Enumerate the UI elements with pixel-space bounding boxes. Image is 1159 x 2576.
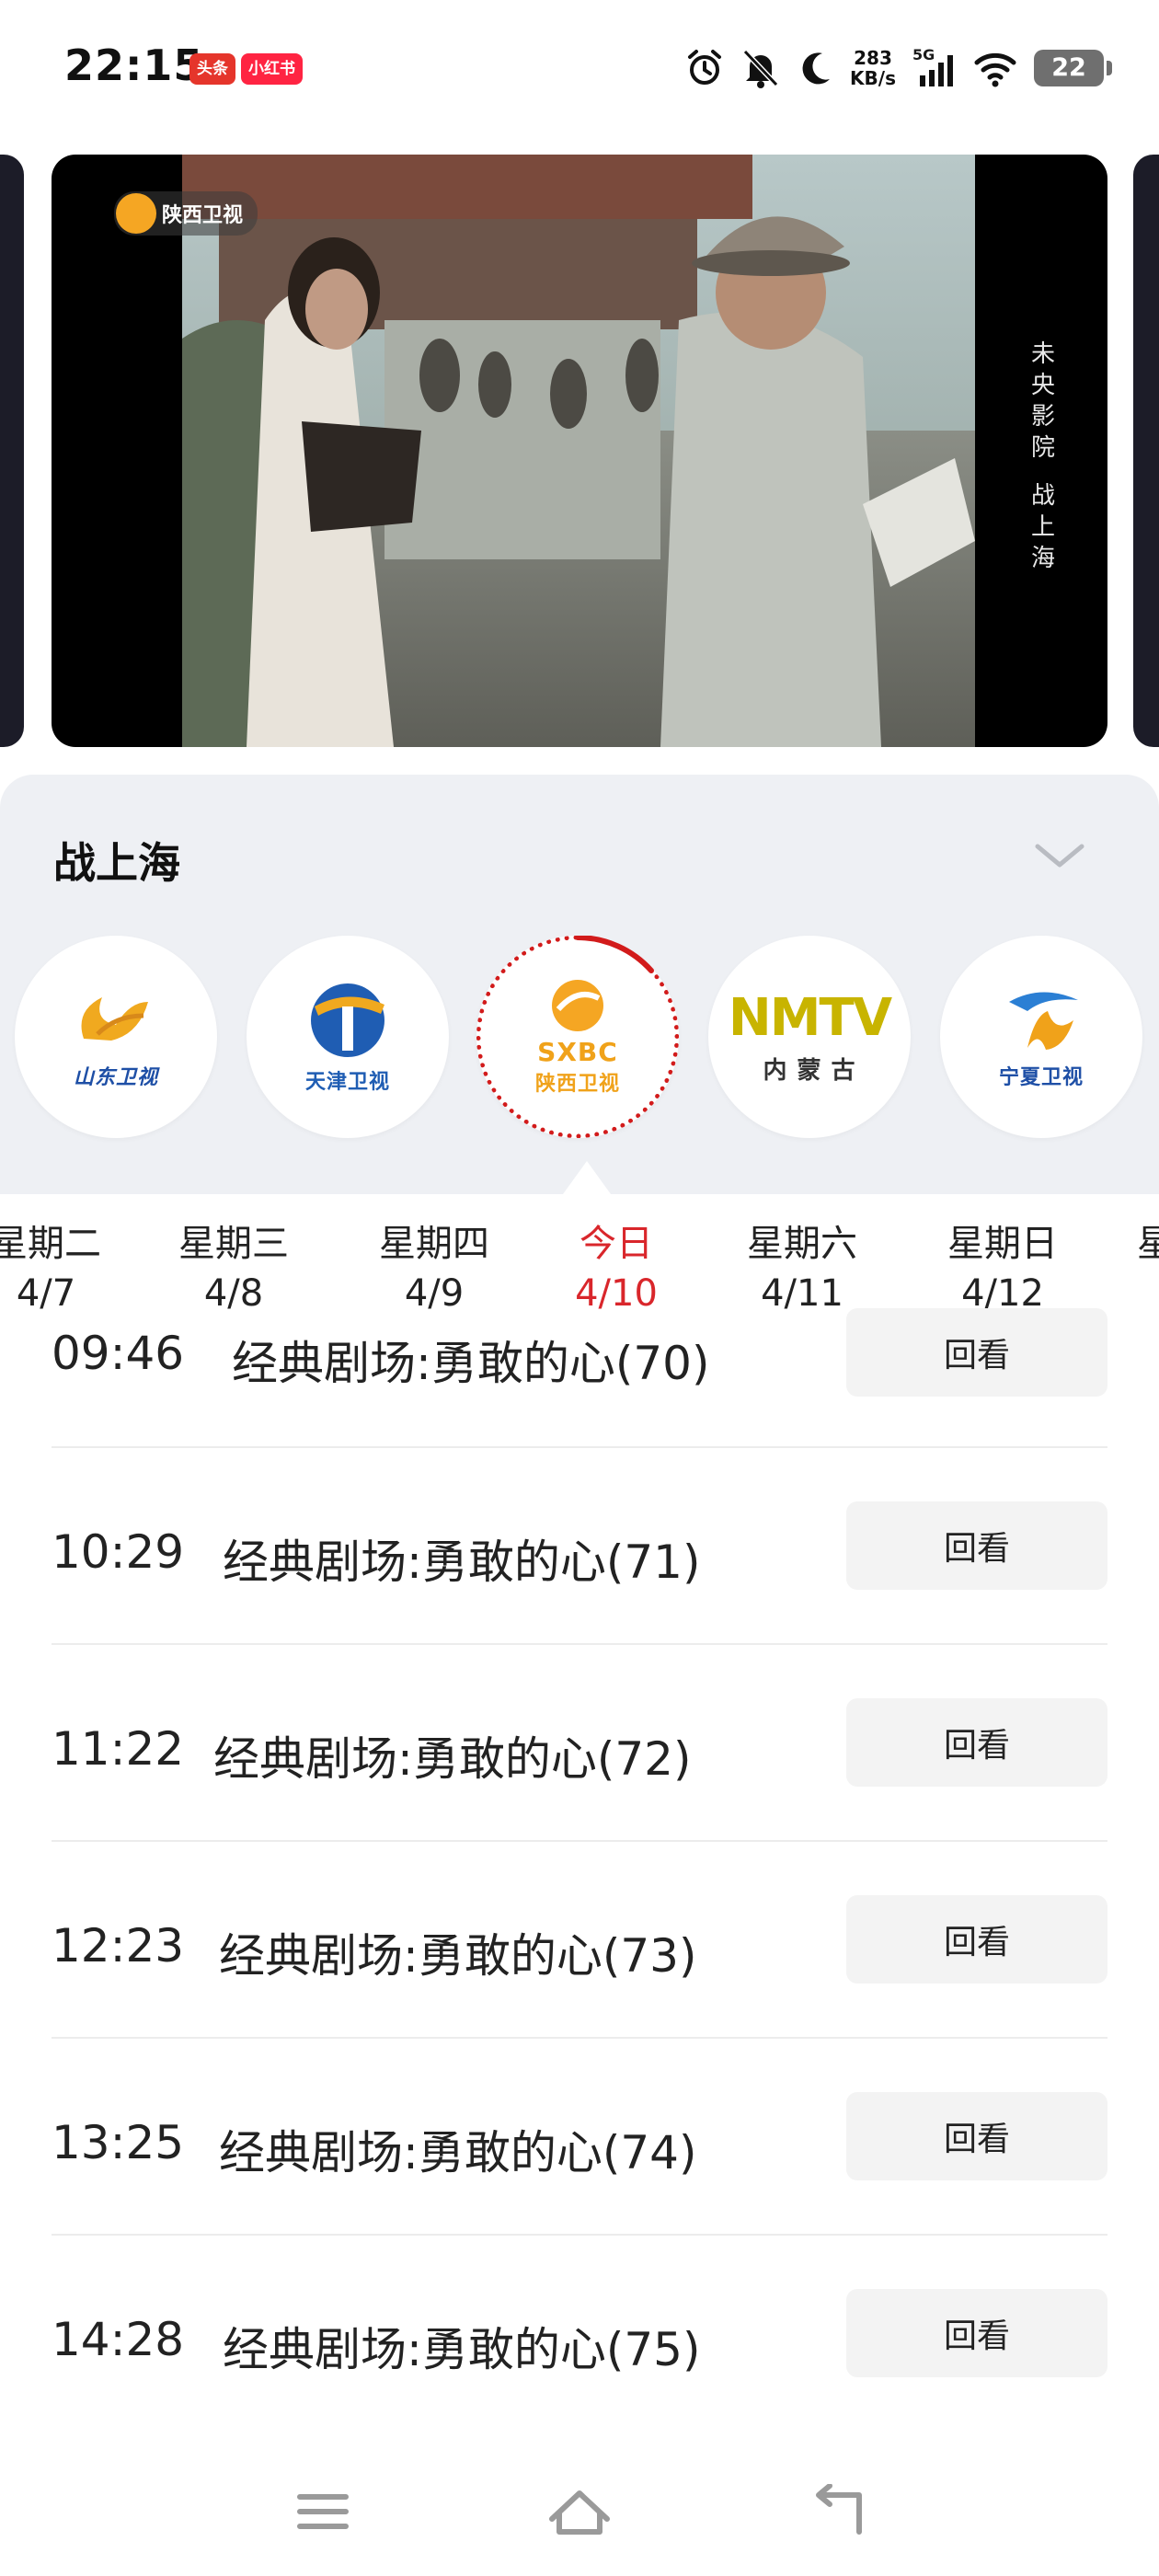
program-row: 13:25 经典剧场:勇敢的心(74) 回看	[52, 2039, 1107, 2236]
channel-name: 内 蒙 古	[763, 1057, 856, 1085]
channel-shandong[interactable]: 山东卫视	[15, 936, 217, 1138]
day-tab[interactable]: 星期日 4/12	[929, 1219, 1076, 1318]
program-time: 10:29	[52, 1525, 185, 1579]
clock: 22:15	[64, 40, 204, 90]
caption-line-1: 未央影院	[1030, 340, 1055, 462]
alarm-icon	[688, 50, 722, 85]
program-row: 09:46 经典剧场:勇敢的心(70) 回看	[52, 1308, 1107, 1448]
day-tab[interactable]: 星	[1137, 1219, 1159, 1269]
day-tab[interactable]: 星期四 4/9	[361, 1219, 508, 1318]
day-tab-weekday: 星期三	[178, 1223, 289, 1265]
channel-watermark: 陕西卫视	[114, 191, 258, 236]
channel-shaanxi[interactable]: SXBC 陕西卫视	[476, 936, 679, 1138]
toutiao-notification-icon: 头条	[189, 53, 235, 85]
channel-ningxia[interactable]: 宁夏卫视	[940, 936, 1142, 1138]
nmtv-logo-icon: NMTV	[728, 988, 892, 1048]
caption-line-2: 战上海	[1030, 482, 1055, 572]
previous-video-card[interactable]	[0, 155, 24, 747]
channel-watermark-text: 陕西卫视	[162, 204, 244, 227]
chevron-down-icon[interactable]	[1030, 834, 1089, 878]
status-icons: 283 KB/s 5G 22	[684, 42, 1112, 94]
system-nav-bar	[0, 2456, 1159, 2576]
program-row: 11:22 经典剧场:勇敢的心(72) 回看	[52, 1645, 1107, 1842]
loading-arc-icon	[575, 936, 654, 973]
program-name: 经典剧场:勇敢的心(71)	[223, 1535, 701, 1589]
selected-channel-pointer	[563, 1161, 611, 1194]
program-time: 13:25	[52, 2116, 185, 2169]
tianjin-tv-logo-icon	[311, 983, 384, 1057]
network-speed: 283 KB/s	[850, 48, 896, 88]
program-time: 12:23	[52, 1919, 185, 1972]
network-speed-unit: KB/s	[850, 67, 896, 89]
menu-icon[interactable]	[293, 2484, 353, 2539]
day-tab-weekday: 星期二	[0, 1223, 101, 1265]
program-list: 09:46 经典剧场:勇敢的心(70) 回看 10:29 经典剧场:勇敢的心(7…	[52, 1308, 1107, 2431]
ningxia-tv-logo-icon	[1009, 992, 1078, 1050]
day-tab[interactable]: 星期六 4/11	[729, 1219, 876, 1318]
channel-list: 山东卫视 天津卫视 SXBC 陕西卫视 NMTV 内 蒙 古 宁夏卫视	[0, 936, 1159, 1143]
shandong-tv-logo-icon	[81, 997, 148, 1041]
channel-name: 山东卫视	[73, 1066, 158, 1089]
wifi-icon	[974, 52, 1016, 87]
replay-button[interactable]: 回看	[846, 2092, 1107, 2180]
program-row: 12:23 经典剧场:勇敢的心(73) 回看	[52, 1842, 1107, 2039]
program-time: 11:22	[52, 1722, 185, 1776]
channel-name: 天津卫视	[304, 1071, 390, 1094]
program-name: 经典剧场:勇敢的心(73)	[219, 1929, 697, 1983]
program-row: 10:29 经典剧场:勇敢的心(71) 回看	[52, 1448, 1107, 1645]
day-tab-today[interactable]: 今日 4/10	[543, 1219, 690, 1318]
video-caption: 未央影院 战上海	[1025, 339, 1061, 574]
next-video-card[interactable]	[1133, 155, 1159, 747]
day-tab-weekday: 星期四	[379, 1223, 489, 1265]
replay-button[interactable]: 回看	[846, 1895, 1107, 1984]
day-tab[interactable]: 星期二 4/7	[0, 1219, 120, 1318]
video-player[interactable]: 陕西卫视 未央影院 战上海	[52, 155, 1107, 747]
channel-name: 宁夏卫视	[998, 1066, 1084, 1089]
video-frame	[182, 155, 975, 747]
channel-selector-area: 战上海 山东卫视 天津卫视 SXBC 陕西卫视 NMTV 内 蒙 古 宁夏卫视	[0, 775, 1159, 1194]
program-name: 经典剧场:勇敢的心(75)	[223, 2323, 701, 2376]
back-icon[interactable]	[806, 2484, 870, 2539]
day-tab-weekday: 星期六	[747, 1223, 857, 1265]
channel-tianjin[interactable]: 天津卫视	[247, 936, 449, 1138]
battery-icon: 22	[1034, 50, 1112, 86]
day-tab-weekday: 星	[1137, 1223, 1159, 1265]
sxbc-logo-icon	[116, 193, 156, 234]
program-name: 经典剧场:勇敢的心(74)	[219, 2126, 697, 2179]
program-name: 经典剧场:勇敢的心(70)	[232, 1337, 710, 1390]
network-speed-value: 283	[854, 47, 892, 69]
replay-button[interactable]: 回看	[846, 2289, 1107, 2377]
day-tab[interactable]: 星期三 4/8	[160, 1219, 307, 1318]
program-time: 14:28	[52, 2313, 185, 2366]
program-panel: 战上海 山东卫视 天津卫视 SXBC 陕西卫视 NMTV 内 蒙 古 宁夏卫视 …	[0, 775, 1159, 2576]
moon-icon	[802, 52, 831, 85]
program-name: 经典剧场:勇敢的心(72)	[213, 1732, 692, 1786]
replay-button[interactable]: 回看	[846, 1501, 1107, 1590]
day-tab-weekday: 星期日	[947, 1223, 1058, 1265]
channel-neimenggu[interactable]: NMTV 内 蒙 古	[708, 936, 911, 1138]
status-bar: 22:15 头条 小红书 283 KB/s 5G 22	[0, 0, 1159, 138]
bell-off-icon	[742, 49, 779, 88]
replay-button[interactable]: 回看	[846, 1698, 1107, 1787]
xiaohongshu-notification-icon: 小红书	[241, 53, 303, 85]
program-title: 战上海	[53, 838, 180, 888]
program-row: 14:28 经典剧场:勇敢的心(75) 回看	[52, 2236, 1107, 2431]
day-tab-weekday: 今日	[580, 1223, 653, 1265]
home-icon[interactable]	[546, 2484, 613, 2539]
signal-icon: 5G	[912, 46, 957, 88]
program-time: 09:46	[52, 1327, 185, 1380]
replay-button[interactable]: 回看	[846, 1308, 1107, 1397]
